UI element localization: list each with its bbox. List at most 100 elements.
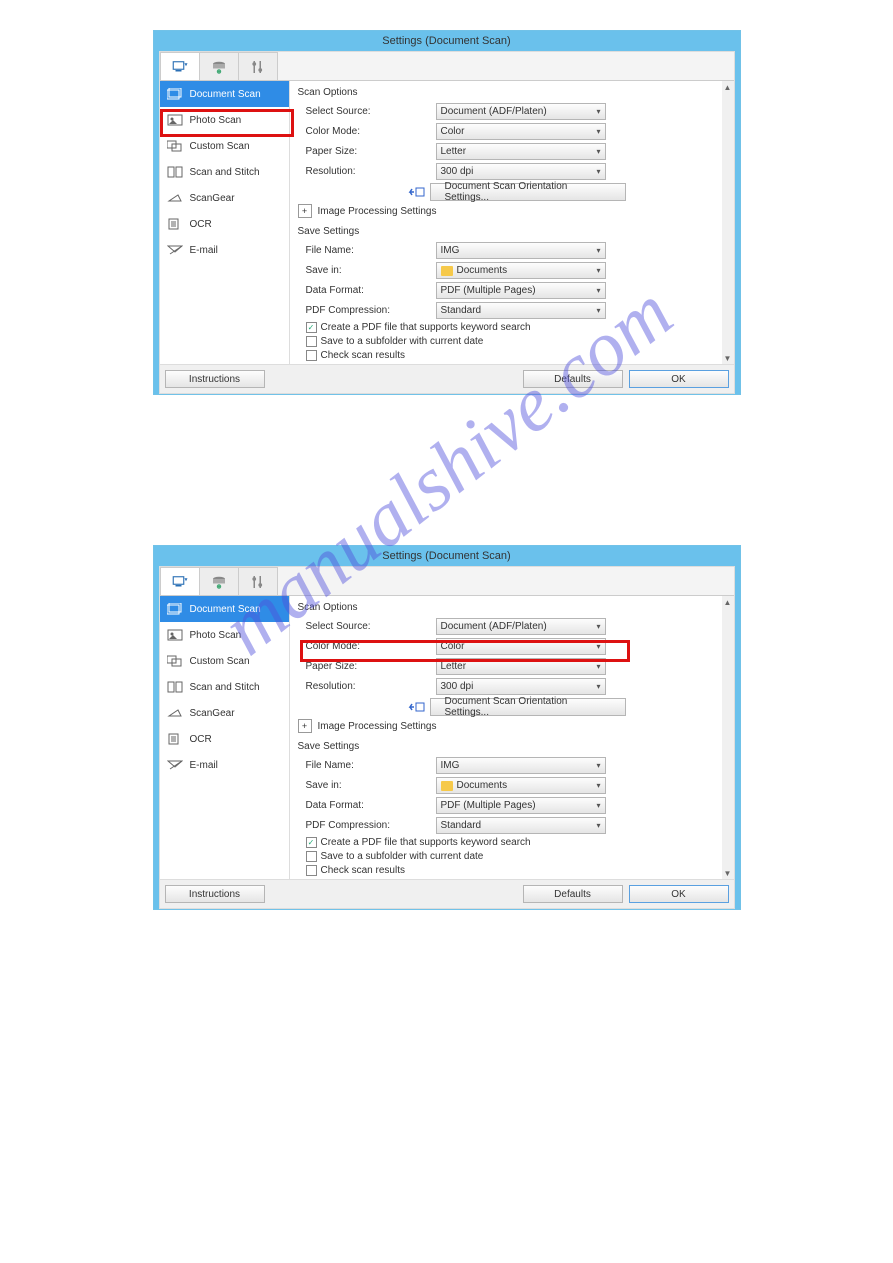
checkbox-results[interactable] [306, 865, 317, 876]
tab-scan-from-pc[interactable] [160, 52, 200, 80]
defaults-button[interactable]: Defaults [523, 885, 623, 903]
sidebar-item-email[interactable]: E-mail [160, 237, 289, 263]
filename-combo[interactable]: IMG▾ [436, 242, 606, 259]
pdfcomp-combo[interactable]: Standard▾ [436, 817, 606, 834]
sidebar-label: Photo Scan [190, 115, 242, 126]
image-processing-label: Image Processing Settings [318, 206, 437, 217]
sidebar: Document Scan Photo Scan Custom Scan Sca… [160, 596, 290, 879]
scrollbar[interactable]: ▲ ▼ [722, 81, 734, 364]
window-title: Settings (Document Scan) [154, 546, 740, 566]
tab-scan-from-device[interactable] [199, 52, 239, 80]
chevron-down-icon: ▾ [596, 622, 600, 631]
sidebar-item-photo-scan[interactable]: Photo Scan [160, 107, 289, 133]
resolution-label: Resolution: [306, 681, 436, 692]
sidebar-label: OCR [190, 734, 212, 745]
savein-label: Save in: [306, 780, 436, 791]
dialog-footer: Instructions Defaults OK [160, 879, 734, 908]
sidebar-item-document-scan[interactable]: Document Scan [160, 596, 289, 622]
sidebar-label: OCR [190, 219, 212, 230]
sidebar-item-document-scan[interactable]: Document Scan [160, 81, 289, 107]
savein-combo[interactable]: Documents▾ [436, 777, 606, 794]
tab-tools[interactable] [238, 567, 278, 595]
document-scan-icon [166, 602, 184, 616]
color-mode-combo[interactable]: Color▾ [436, 123, 606, 140]
sidebar-label: Custom Scan [190, 656, 250, 667]
select-source-combo[interactable]: Document (ADF/Platen)▾ [436, 618, 606, 635]
chevron-down-icon: ▾ [596, 682, 600, 691]
checkbox-keyword[interactable]: ✓ [306, 322, 317, 333]
chevron-down-icon: ▾ [596, 801, 600, 810]
sidebar-item-scangear[interactable]: ScanGear [160, 700, 289, 726]
sidebar: Document Scan Photo Scan Custom Scan Sca… [160, 81, 290, 364]
sidebar-item-custom-scan[interactable]: Custom Scan [160, 133, 289, 159]
dialog-footer: Instructions Defaults OK [160, 364, 734, 393]
tab-scan-from-device[interactable] [199, 567, 239, 595]
checkbox-keyword[interactable]: ✓ [306, 837, 317, 848]
tab-scan-from-pc[interactable] [160, 567, 200, 595]
dataformat-label: Data Format: [306, 285, 436, 296]
pdfcomp-combo[interactable]: Standard▾ [436, 302, 606, 319]
ocr-icon [166, 217, 184, 231]
savein-combo[interactable]: Documents▾ [436, 262, 606, 279]
expand-button[interactable]: + [298, 204, 312, 218]
filename-combo[interactable]: IMG▾ [436, 757, 606, 774]
sidebar-label: E-mail [190, 245, 218, 256]
sidebar-item-email[interactable]: E-mail [160, 752, 289, 778]
checkbox-results-label: Check scan results [321, 350, 405, 361]
sidebar-item-custom-scan[interactable]: Custom Scan [160, 648, 289, 674]
pdfcomp-label: PDF Compression: [306, 820, 436, 831]
scrollbar[interactable]: ▲ ▼ [722, 596, 734, 879]
color-mode-label: Color Mode: [306, 641, 436, 652]
scangear-icon [166, 706, 184, 720]
savein-label: Save in: [306, 265, 436, 276]
orientation-settings-button[interactable]: Document Scan Orientation Settings... [430, 698, 626, 716]
scroll-down-icon[interactable]: ▼ [722, 352, 734, 364]
instructions-button[interactable]: Instructions [165, 370, 265, 388]
orientation-link-icon[interactable] [408, 700, 426, 714]
instructions-button[interactable]: Instructions [165, 885, 265, 903]
scroll-up-icon[interactable]: ▲ [722, 596, 734, 608]
email-icon [166, 758, 184, 772]
paper-size-combo[interactable]: Letter▾ [436, 143, 606, 160]
scroll-up-icon[interactable]: ▲ [722, 81, 734, 93]
orientation-settings-button[interactable]: Document Scan Orientation Settings... [430, 183, 626, 201]
window-title: Settings (Document Scan) [154, 31, 740, 51]
sidebar-item-scangear[interactable]: ScanGear [160, 185, 289, 211]
paper-size-combo[interactable]: Letter▾ [436, 658, 606, 675]
checkbox-subfolder[interactable] [306, 336, 317, 347]
defaults-button[interactable]: Defaults [523, 370, 623, 388]
chevron-down-icon: ▾ [596, 821, 600, 830]
chevron-down-icon: ▾ [596, 286, 600, 295]
chevron-down-icon: ▾ [596, 167, 600, 176]
top-tabs [160, 52, 734, 81]
sidebar-item-photo-scan[interactable]: Photo Scan [160, 622, 289, 648]
resolution-combo[interactable]: 300 dpi▾ [436, 163, 606, 180]
sidebar-label: Custom Scan [190, 141, 250, 152]
ok-button[interactable]: OK [629, 370, 729, 388]
color-mode-combo[interactable]: Color▾ [436, 638, 606, 655]
top-tabs [160, 567, 734, 596]
sidebar-item-ocr[interactable]: OCR [160, 726, 289, 752]
scroll-down-icon[interactable]: ▼ [722, 867, 734, 879]
paper-size-label: Paper Size: [306, 661, 436, 672]
chevron-down-icon: ▾ [596, 761, 600, 770]
dataformat-combo[interactable]: PDF (Multiple Pages)▾ [436, 797, 606, 814]
sidebar-item-scan-stitch[interactable]: Scan and Stitch [160, 159, 289, 185]
checkbox-results[interactable] [306, 350, 317, 361]
settings-dialog-2: Settings (Document Scan) Document [153, 545, 741, 910]
custom-scan-icon [166, 139, 184, 153]
dataformat-combo[interactable]: PDF (Multiple Pages)▾ [436, 282, 606, 299]
chevron-down-icon: ▾ [596, 781, 600, 790]
sidebar-label: Scan and Stitch [190, 167, 260, 178]
sidebar-item-ocr[interactable]: OCR [160, 211, 289, 237]
resolution-combo[interactable]: 300 dpi▾ [436, 678, 606, 695]
expand-button[interactable]: + [298, 719, 312, 733]
tab-tools[interactable] [238, 52, 278, 80]
scan-options-title: Scan Options [298, 600, 726, 615]
select-source-combo[interactable]: Document (ADF/Platen)▾ [436, 103, 606, 120]
sidebar-item-scan-stitch[interactable]: Scan and Stitch [160, 674, 289, 700]
checkbox-keyword-label: Create a PDF file that supports keyword … [321, 837, 531, 848]
checkbox-subfolder[interactable] [306, 851, 317, 862]
ok-button[interactable]: OK [629, 885, 729, 903]
orientation-link-icon[interactable] [408, 185, 426, 199]
